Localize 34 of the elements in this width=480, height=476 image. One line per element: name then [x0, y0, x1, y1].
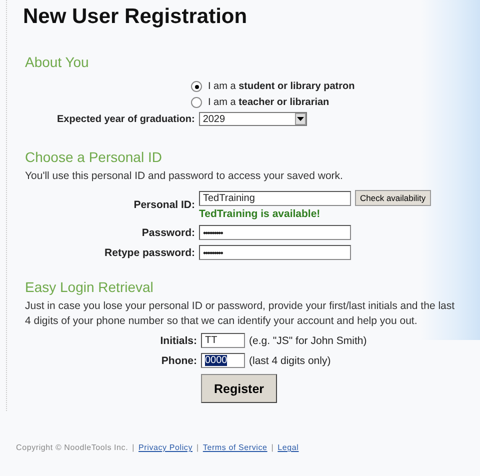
separator: |: [132, 443, 135, 452]
radio-label: I am a student or library patron: [208, 81, 355, 92]
separator: |: [271, 443, 274, 452]
radio-label: I am a teacher or librarian: [208, 97, 330, 108]
field-label: Retype password:: [104, 246, 195, 258]
separator: |: [196, 443, 199, 452]
section-heading: Easy Login Retrieval: [25, 278, 154, 296]
check-availability-button[interactable]: Check availability: [355, 190, 431, 206]
section-description: Just in case you lose your personal ID or password, provide your first/last initials and the last 4 digits of your phone number so that we can identify your account and help you out.: [25, 299, 456, 329]
field-label: Expected year of graduation:: [57, 114, 195, 124]
field-label: Password:: [140, 226, 195, 238]
radio-button[interactable]: [191, 97, 202, 108]
section-heading: Choose a Personal ID: [25, 148, 163, 166]
field-hint: (e.g. "JS" for John Smith): [249, 334, 367, 346]
phone-field[interactable]: 0000: [201, 353, 245, 368]
field-label: Personal ID:: [132, 199, 195, 211]
footer-link[interactable]: Privacy Policy: [138, 443, 193, 452]
password-field[interactable]: •••••••••: [199, 245, 351, 260]
field-hint: (last 4 digits only): [249, 354, 331, 366]
radio-button[interactable]: [191, 81, 202, 92]
footer-link[interactable]: Legal: [278, 443, 299, 452]
availability-message: TedTraining is available!: [199, 208, 322, 220]
register-button[interactable]: Register: [201, 374, 278, 403]
field-label: Phone:: [160, 354, 197, 366]
footer-link[interactable]: Terms of Service: [202, 443, 268, 452]
personal-id-field[interactable]: TedTraining: [199, 190, 351, 206]
page-title: New User Registration: [23, 4, 248, 30]
password-field[interactable]: •••••••••: [199, 225, 351, 240]
field-label: Initials:: [159, 334, 197, 346]
section-description: You'll use this personal ID and password to access your saved work.: [25, 169, 344, 184]
initials-field[interactable]: TT: [201, 333, 245, 348]
section-heading: About You: [25, 53, 90, 71]
year-dropdown[interactable]: 2029: [198, 112, 307, 126]
copyright-text: Copyright © NoodleTools Inc.: [16, 443, 128, 452]
